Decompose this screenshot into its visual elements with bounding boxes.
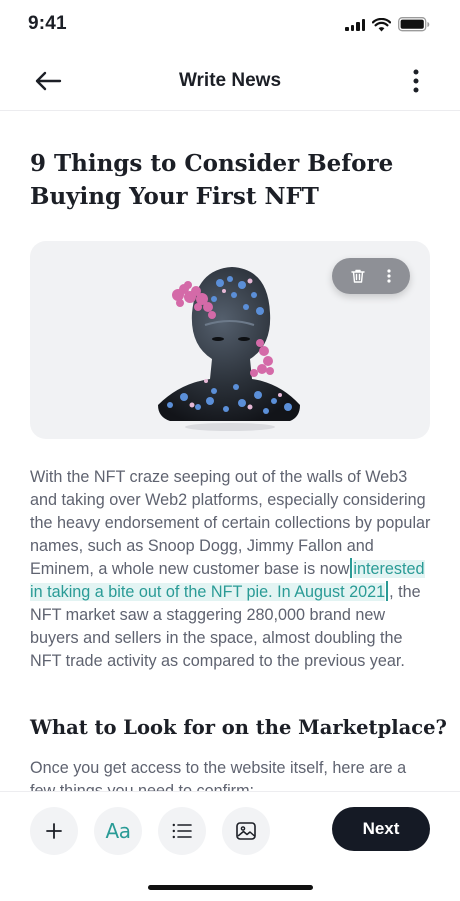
battery-icon (398, 17, 430, 32)
add-block-button[interactable] (30, 807, 78, 855)
status-icons (345, 17, 430, 32)
app-bar: Write News (0, 54, 460, 111)
status-time: 9:41 (28, 13, 67, 34)
list-icon (172, 823, 192, 839)
image-actions (332, 258, 410, 294)
trash-icon[interactable] (350, 268, 366, 284)
cellular-signal-icon (345, 18, 365, 31)
status-bar: 9:41 (0, 0, 460, 48)
article-title[interactable]: 9 Things to Consider Before Buying Your … (30, 147, 430, 213)
text-format-icon: Aa (105, 819, 131, 843)
article-paragraph[interactable]: With the NFT craze seeping out of the wa… (30, 466, 435, 673)
wifi-icon (372, 17, 391, 31)
text-format-button[interactable]: Aa (94, 807, 142, 855)
article-image[interactable] (30, 241, 430, 439)
nft-bust-image (158, 267, 300, 431)
selection-end-caret[interactable] (386, 581, 389, 601)
section-heading[interactable]: What to Look for on the Marketplace? (30, 716, 447, 739)
more-vertical-icon[interactable] (406, 66, 426, 96)
article-paragraph-2[interactable]: Once you get access to the website itsel… (30, 757, 435, 791)
more-vertical-icon[interactable] (386, 268, 392, 284)
home-indicator (148, 885, 313, 890)
list-format-button[interactable] (158, 807, 206, 855)
insert-image-button[interactable] (222, 807, 270, 855)
next-button[interactable]: Next (332, 807, 430, 851)
page-title: Write News (178, 70, 282, 91)
image-icon (236, 822, 256, 840)
plus-icon (46, 823, 62, 839)
